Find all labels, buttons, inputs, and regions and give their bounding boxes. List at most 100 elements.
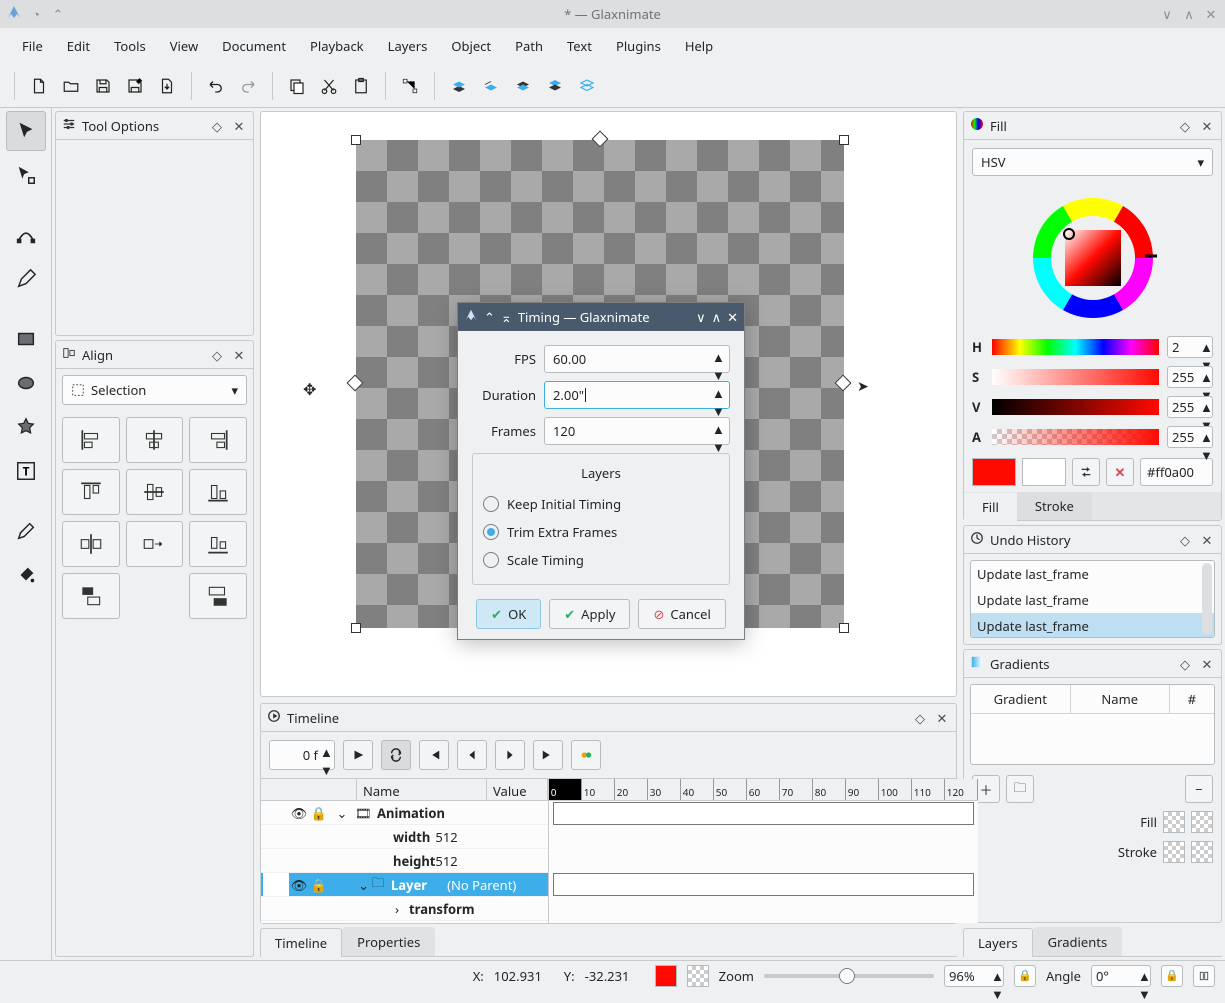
scrollbar[interactable] (1202, 563, 1212, 635)
expand-icon[interactable]: ⌄ (329, 804, 355, 822)
timeline-ruler[interactable]: 0 1020 3040 5060 7080 90100 110120 (549, 779, 978, 801)
close-icon[interactable]: ✕ (231, 347, 247, 363)
frames-input[interactable]: 120▲▼ (544, 417, 730, 445)
close-icon[interactable]: ✕ (1203, 6, 1219, 22)
save-as-icon[interactable] (121, 72, 149, 100)
menu-file[interactable]: File (10, 31, 55, 61)
pin-icon[interactable]: ◔ (28, 6, 44, 22)
color-mode-select[interactable]: HSV▾ (972, 148, 1213, 176)
angle-lock-button[interactable]: 🔒 (1161, 965, 1183, 987)
close-icon[interactable]: ✕ (231, 118, 247, 134)
loop-button[interactable] (381, 740, 411, 770)
zoom-lock-button[interactable]: 🔒 (1014, 965, 1036, 987)
rectangle-tool[interactable] (6, 319, 46, 359)
ok-button[interactable]: ✔OK (476, 599, 541, 629)
record-button[interactable] (571, 740, 601, 770)
align-out-hcenter-button[interactable] (126, 521, 184, 567)
first-frame-button[interactable] (419, 740, 449, 770)
align-vcenter-button[interactable] (126, 469, 184, 515)
menu-view[interactable]: View (158, 31, 210, 61)
secondary-color-swatch[interactable] (1022, 458, 1066, 486)
tab-stroke[interactable]: Stroke (1017, 492, 1092, 520)
bezier-tool[interactable] (6, 215, 46, 255)
canvas-viewport[interactable]: ✥ ➤ ⌃ ⌅ Timing — Glaxnimate ∨ ∧ ✕ (260, 111, 957, 697)
dialog-min-icon[interactable]: ∨ (696, 308, 706, 326)
align-relative-select[interactable]: Selection ▾ (62, 375, 247, 405)
current-fill-swatch[interactable] (655, 965, 677, 987)
close-icon[interactable]: ✕ (1199, 532, 1215, 548)
float-icon[interactable]: ◇ (912, 710, 928, 726)
bucket-tool[interactable] (6, 555, 46, 595)
align-top-button[interactable] (62, 469, 120, 515)
prev-frame-button[interactable] (457, 740, 487, 770)
float-icon[interactable]: ◇ (1177, 656, 1193, 672)
align-bottom-button[interactable] (189, 469, 247, 515)
expand-icon[interactable]: › (263, 900, 399, 918)
dialog-close-icon[interactable]: ✕ (727, 308, 738, 326)
align-out-left-button[interactable] (62, 521, 120, 567)
no-color-button[interactable]: ✕ (1106, 458, 1134, 486)
menu-edit[interactable]: Edit (55, 31, 102, 61)
undo-item[interactable]: Update last_frame (971, 613, 1214, 638)
menu-tools[interactable]: Tools (102, 31, 158, 61)
pencil-tool[interactable] (6, 259, 46, 299)
align-out-bottom-button[interactable] (189, 573, 247, 619)
play-button[interactable] (343, 740, 373, 770)
zoom-input[interactable]: 96%▲▼ (944, 965, 1004, 987)
minimize-icon[interactable]: ∨ (1159, 6, 1175, 22)
undo-item[interactable]: Update last_frame (971, 561, 1214, 587)
apply-button[interactable]: ✔Apply (549, 599, 630, 629)
visibility-icon[interactable]: 👁 (289, 876, 309, 894)
timeline-row-animation[interactable]: 👁 🔒 ⌄ 🎞 Animation (261, 801, 548, 825)
float-icon[interactable]: ◇ (209, 118, 225, 134)
alpha-slider[interactable] (992, 429, 1159, 445)
text-tool[interactable]: T (6, 451, 46, 491)
save-icon[interactable] (89, 72, 117, 100)
selection-handle[interactable] (351, 135, 361, 145)
tab-properties[interactable]: Properties (342, 927, 435, 956)
color-wheel[interactable] (1023, 188, 1163, 328)
align-hcenter-button[interactable] (126, 417, 184, 463)
raise-top-icon[interactable] (445, 72, 473, 100)
val-slider[interactable] (992, 399, 1159, 415)
float-icon[interactable]: ◇ (1177, 532, 1193, 548)
undo-list[interactable]: Update last_frame Update last_frame Upda… (970, 560, 1215, 638)
timeline-track-animation[interactable] (553, 802, 974, 825)
gradient-fill-linear[interactable] (1163, 811, 1185, 833)
current-frame-input[interactable]: 0 f▲▼ (269, 740, 335, 770)
export-icon[interactable] (153, 72, 181, 100)
close-icon[interactable]: ✕ (1199, 118, 1215, 134)
duration-input[interactable]: 2.00"▲▼ (544, 381, 730, 409)
gradient-fill-radial[interactable] (1191, 811, 1213, 833)
expand-icon[interactable]: ⌄ (329, 876, 369, 894)
menu-help[interactable]: Help (673, 31, 725, 61)
flip-button[interactable] (1193, 965, 1215, 987)
selection-handle[interactable] (839, 623, 849, 633)
last-frame-button[interactable] (533, 740, 563, 770)
gradients-table[interactable]: Gradient Name # (970, 684, 1215, 765)
eyedropper-tool[interactable] (6, 511, 46, 551)
edit-node-tool[interactable] (6, 155, 46, 195)
radio-keep-initial[interactable]: Keep Initial Timing (483, 490, 719, 518)
new-file-icon[interactable] (25, 72, 53, 100)
remove-gradient-button[interactable]: − (1185, 775, 1213, 803)
undo-icon[interactable] (202, 72, 230, 100)
tab-timeline[interactable]: Timeline (260, 928, 342, 957)
collapse-all-icon[interactable]: ⌅ (501, 308, 512, 326)
timeline-track-layer[interactable] (553, 873, 974, 896)
next-frame-button[interactable] (495, 740, 525, 770)
collapse-up-icon[interactable]: ⌃ (484, 308, 495, 326)
gradient-stroke-radial[interactable] (1191, 841, 1213, 863)
v-input[interactable]: 255▲▼ (1167, 396, 1213, 418)
menu-object[interactable]: Object (439, 31, 503, 61)
float-icon[interactable]: ◇ (209, 347, 225, 363)
open-folder-icon[interactable] (57, 72, 85, 100)
align-left-button[interactable] (62, 417, 120, 463)
hue-slider[interactable] (992, 339, 1159, 355)
stack-icon[interactable] (573, 72, 601, 100)
tab-layers[interactable]: Layers (963, 928, 1033, 957)
select-tool[interactable] (6, 111, 46, 151)
timeline-row-transform[interactable]: › transform (261, 897, 548, 921)
timeline-row-height[interactable]: height 512 (261, 849, 548, 873)
angle-input[interactable]: 0°▲▼ (1091, 965, 1151, 987)
